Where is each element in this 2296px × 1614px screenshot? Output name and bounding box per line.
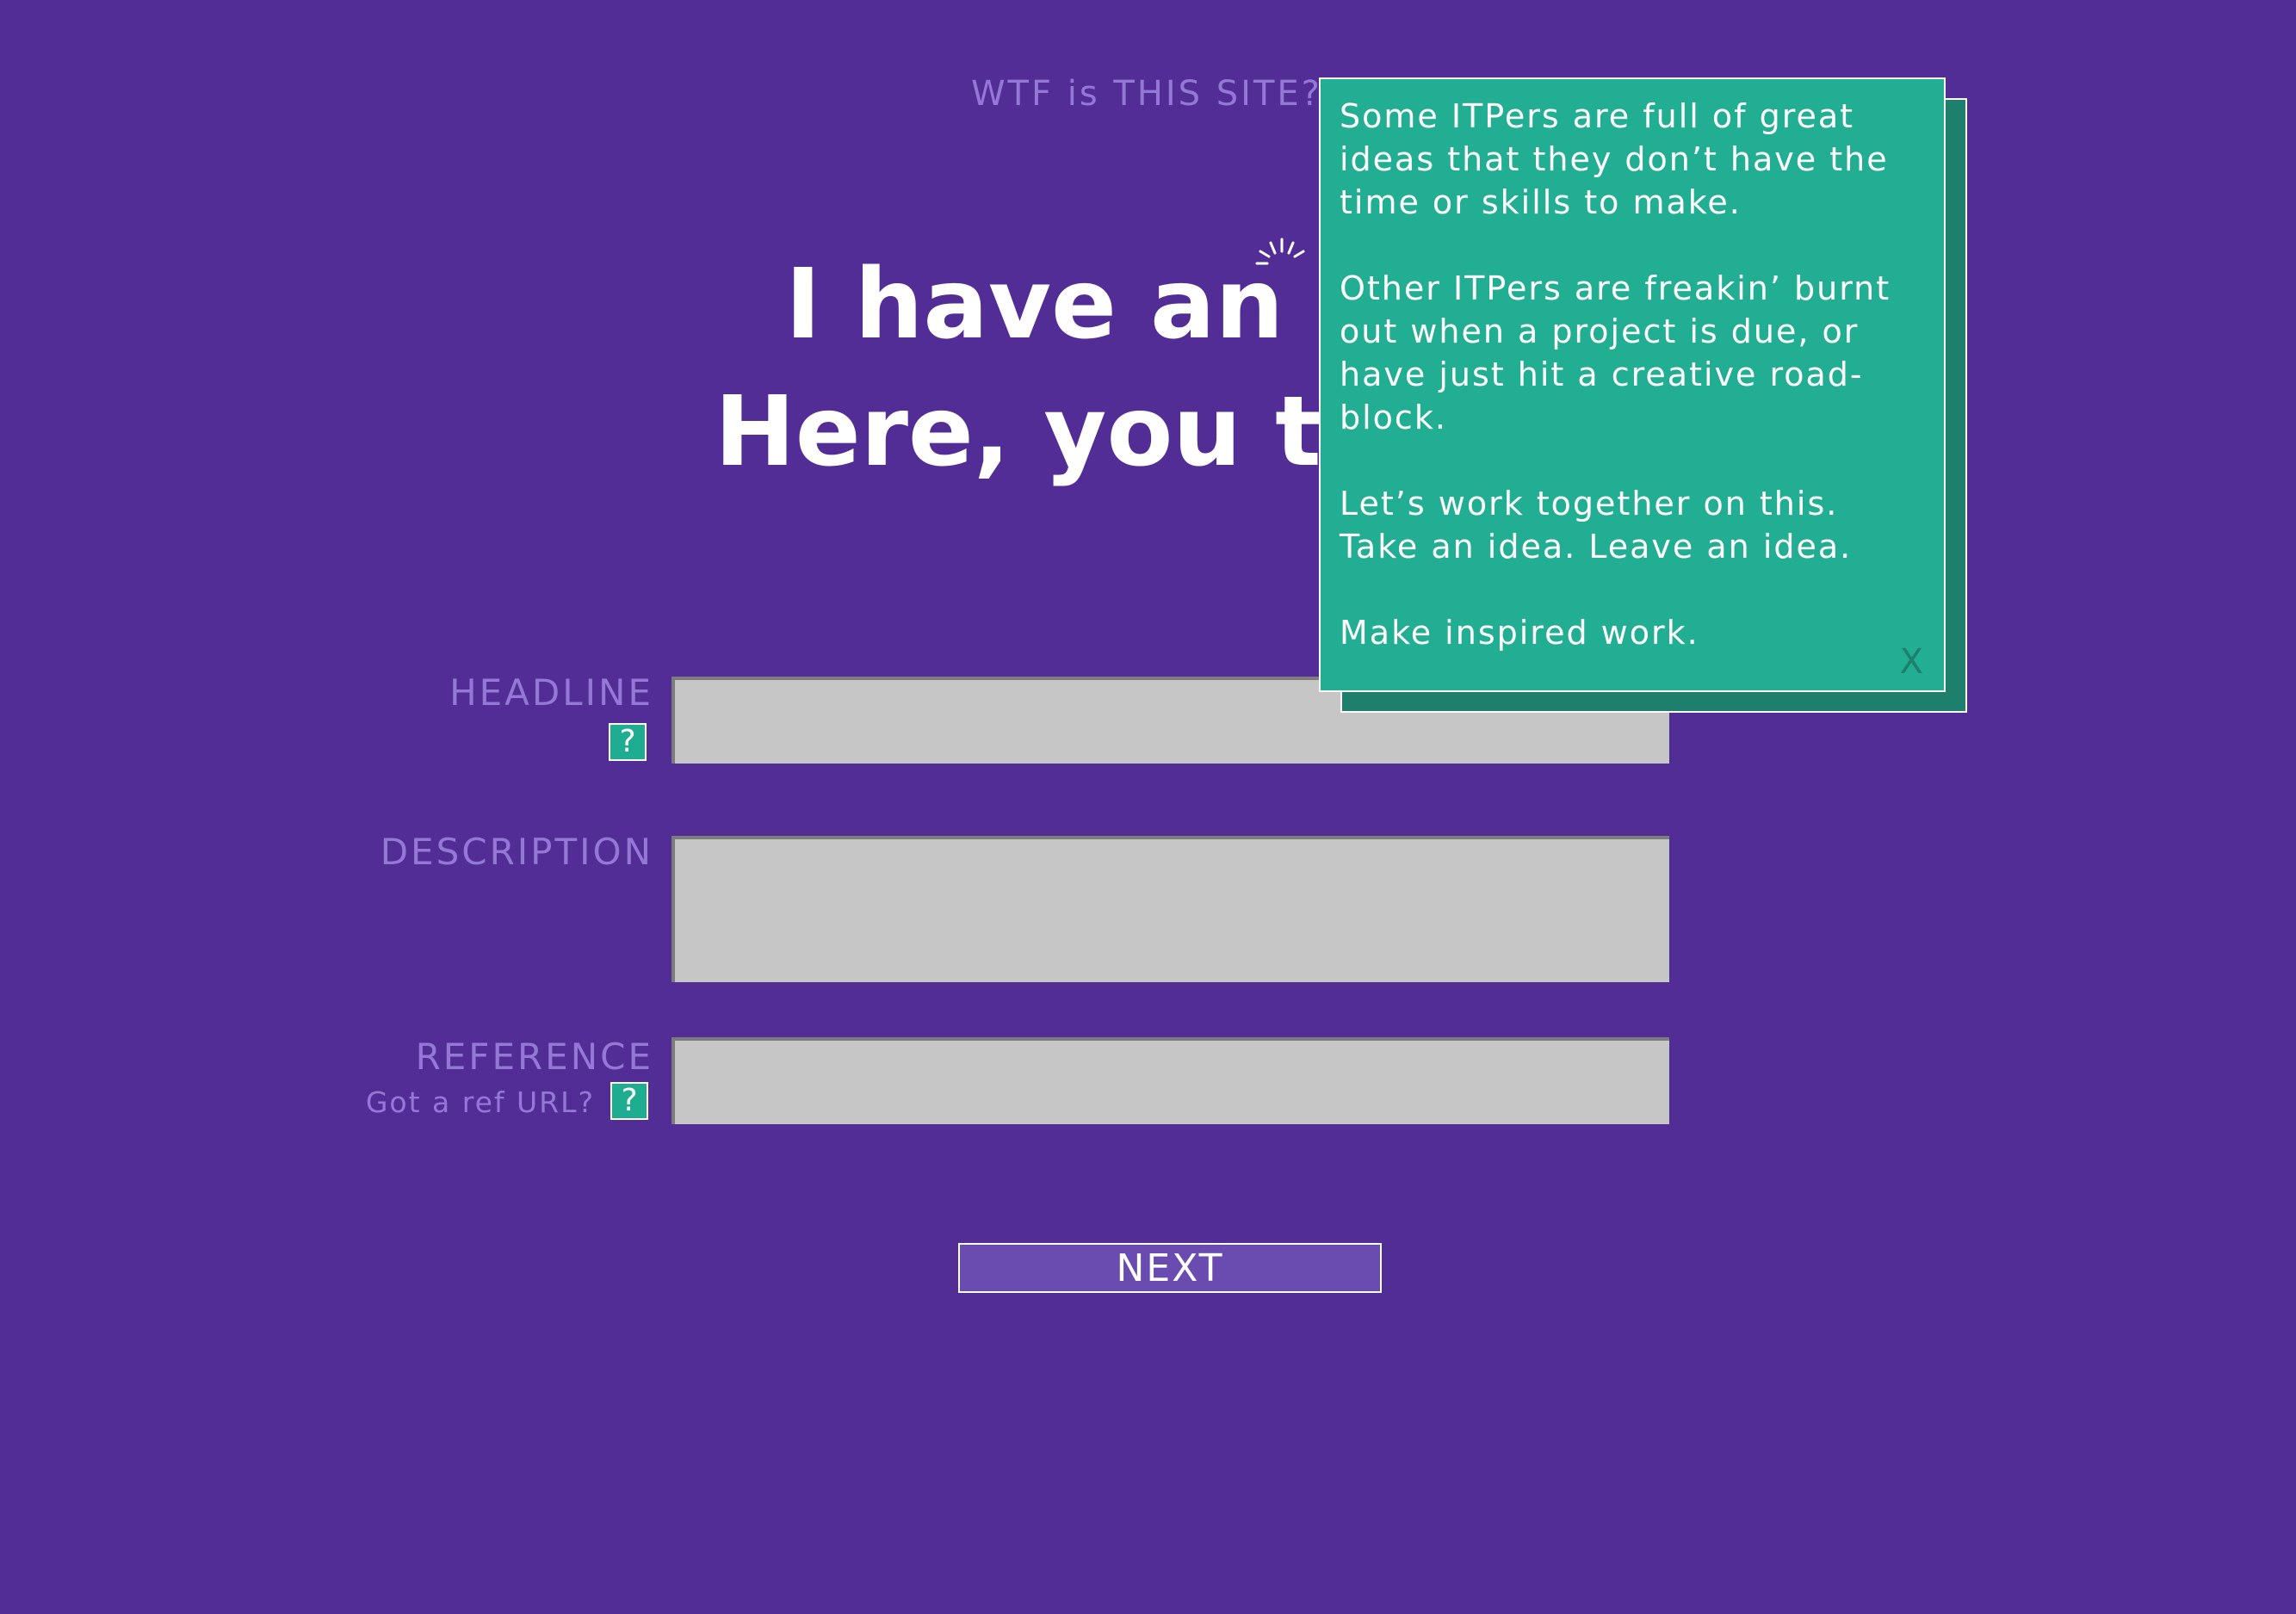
about-site-link[interactable]: WTF is THIS SITE? bbox=[971, 74, 1322, 114]
reference-help-icon[interactable]: ? bbox=[610, 1082, 648, 1120]
about-popup: Some ITPers are full of great ideas that… bbox=[1319, 77, 1946, 692]
description-input[interactable] bbox=[671, 836, 1669, 982]
lightbulb-spark-icon bbox=[1255, 238, 1305, 265]
next-button[interactable]: NEXT bbox=[958, 1243, 1382, 1293]
close-icon[interactable]: X bbox=[1900, 640, 1925, 683]
popup-paragraph: Let’s work together on this. Take an ide… bbox=[1340, 485, 1853, 566]
reference-input[interactable] bbox=[671, 1037, 1669, 1124]
headline-label: HEADLINE bbox=[449, 671, 653, 714]
description-label: DESCRIPTION bbox=[380, 831, 653, 873]
popup-paragraph: Some ITPers are full of great ideas that… bbox=[1340, 97, 1889, 221]
reference-sublabel: Got a ref URL? bbox=[365, 1085, 595, 1119]
headline-help-icon[interactable]: ? bbox=[609, 723, 647, 761]
reference-label: REFERENCE bbox=[415, 1036, 653, 1078]
popup-paragraph: Other ITPers are freakin’ burnt out when… bbox=[1340, 269, 1891, 436]
popup-paragraph: Make inspired work. bbox=[1340, 614, 1699, 652]
